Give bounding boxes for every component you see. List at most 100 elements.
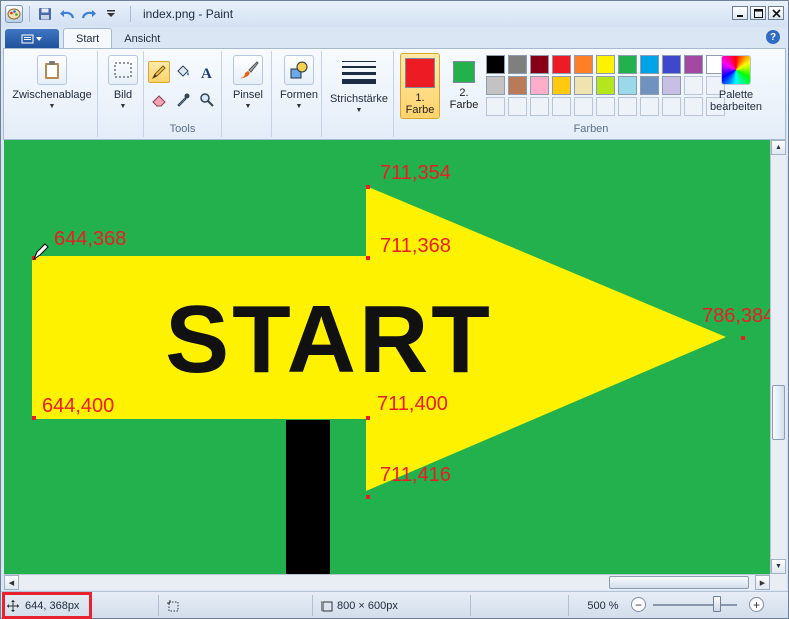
window-title: index.png - Paint: [143, 7, 234, 21]
palette-swatch[interactable]: [596, 55, 615, 74]
palette-swatch[interactable]: [486, 97, 505, 116]
shapes-group: Formen ▼: [276, 51, 322, 137]
horizontal-scroll-thumb[interactable]: [609, 576, 749, 589]
palette-swatch[interactable]: [552, 76, 571, 95]
image-size-icon: [321, 600, 333, 612]
scroll-up-icon[interactable]: ▲: [771, 140, 786, 155]
start-text: START: [165, 286, 493, 393]
undo-icon[interactable]: [58, 5, 76, 23]
palette-swatch[interactable]: [574, 76, 593, 95]
color-picker-icon[interactable]: [172, 89, 194, 111]
clipboard-label: Zwischenablage: [12, 89, 92, 101]
vertical-scrollbar[interactable]: ▲ ▼: [770, 140, 786, 574]
palette-swatch[interactable]: [530, 97, 549, 116]
text-icon[interactable]: A: [196, 61, 218, 83]
palette-swatch[interactable]: [662, 55, 681, 74]
tools-group: A Tools: [144, 51, 222, 137]
maximize-button[interactable]: [750, 6, 766, 20]
scroll-right-icon[interactable]: ▶: [755, 575, 770, 590]
palette-swatch[interactable]: [574, 97, 593, 116]
palette-swatch[interactable]: [618, 97, 637, 116]
palette-swatch[interactable]: [508, 76, 527, 95]
palette-swatch[interactable]: [486, 55, 505, 74]
brushes-button[interactable]: Pinsel ▼: [230, 55, 266, 110]
cursor-position-highlight: [2, 592, 92, 619]
close-button[interactable]: [768, 6, 784, 20]
fill-bucket-icon[interactable]: [172, 61, 194, 83]
palette-swatch[interactable]: [596, 76, 615, 95]
palette-swatch[interactable]: [640, 55, 659, 74]
vertical-scroll-thumb[interactable]: [772, 385, 785, 440]
tab-start[interactable]: Start: [63, 28, 113, 49]
zoom-in-button[interactable]: +: [749, 597, 764, 612]
color2-button[interactable]: 2. Farbe: [444, 53, 484, 119]
coord-label: 711,354: [380, 162, 451, 184]
help-icon[interactable]: ?: [766, 30, 780, 44]
palette-swatch[interactable]: [486, 76, 505, 95]
edit-palette-button[interactable]: Palette bearbeiten: [704, 55, 768, 113]
palette-swatch[interactable]: [684, 76, 703, 95]
chevron-down-icon: ▼: [244, 103, 252, 110]
palette-swatch[interactable]: [640, 97, 659, 116]
redo-icon[interactable]: [80, 5, 98, 23]
palette-swatch[interactable]: [618, 55, 637, 74]
palette-swatch[interactable]: [618, 76, 637, 95]
palette-swatch[interactable]: [662, 97, 681, 116]
shapes-button[interactable]: Formen ▼: [280, 55, 318, 110]
save-icon[interactable]: [36, 5, 54, 23]
tab-ansicht[interactable]: Ansicht: [112, 28, 172, 49]
selection-size-segment: [163, 595, 313, 616]
zoom-slider-track[interactable]: [653, 604, 737, 606]
ribbon: Zwischenablage ▼ Bild ▼ A Tools Pinsel ▼…: [3, 48, 786, 140]
palette-swatch[interactable]: [684, 55, 703, 74]
point-marker: [366, 185, 370, 189]
palette-swatch[interactable]: [574, 55, 593, 74]
paint-app-icon[interactable]: [5, 5, 23, 23]
palette-swatch[interactable]: [684, 97, 703, 116]
brushes-label: Pinsel: [233, 89, 263, 101]
horizontal-scrollbar[interactable]: ◀ ▶: [4, 574, 770, 590]
coord-label: 786,384: [702, 305, 770, 327]
palette-swatch[interactable]: [640, 76, 659, 95]
customize-icon[interactable]: [102, 5, 120, 23]
edit-palette-label: Palette bearbeiten: [710, 89, 762, 113]
scroll-down-icon[interactable]: ▼: [771, 559, 786, 574]
palette-swatch[interactable]: [662, 76, 681, 95]
point-marker: [32, 416, 36, 420]
tools-label: Tools: [169, 123, 196, 135]
minimize-button[interactable]: [732, 6, 748, 20]
stroke-group: Strichstärke ▼: [324, 51, 394, 137]
pencil-icon[interactable]: [148, 61, 170, 83]
coord-label: 711,400: [377, 393, 448, 415]
eraser-icon[interactable]: [148, 89, 170, 111]
palette-swatch[interactable]: [596, 97, 615, 116]
palette-swatch[interactable]: [552, 97, 571, 116]
app-menu-button[interactable]: [5, 29, 59, 49]
clipboard-button[interactable]: Zwischenablage ▼: [12, 55, 92, 110]
palette-swatch[interactable]: [508, 55, 527, 74]
palette-swatch[interactable]: [552, 55, 571, 74]
point-marker: [741, 336, 745, 340]
sign-post: [286, 420, 330, 574]
paint-window: index.png - Paint Start Ansicht ? Zwisch…: [0, 0, 789, 619]
palette-swatch[interactable]: [530, 55, 549, 74]
stroke-label: Strichstärke: [329, 93, 389, 105]
palette-swatch[interactable]: [508, 97, 527, 116]
zoom-out-button[interactable]: −: [631, 597, 646, 612]
zoom-slider-thumb[interactable]: [713, 596, 721, 612]
color1-label: 1. Farbe: [405, 92, 435, 116]
color1-button[interactable]: 1. Farbe: [400, 53, 440, 119]
palette-swatch[interactable]: [530, 76, 549, 95]
point-marker: [366, 256, 370, 260]
separator: [29, 6, 30, 22]
stroke-size-button[interactable]: Strichstärke ▼: [326, 55, 392, 114]
canvas-image[interactable]: START 711,354 644,368 711,368 786,384 64…: [4, 140, 770, 574]
chevron-down-icon: ▼: [295, 103, 303, 110]
canvas-area[interactable]: START 711,354 644,368 711,368 786,384 64…: [4, 140, 770, 574]
magnifier-icon[interactable]: [196, 89, 218, 111]
selection-icon: [167, 599, 179, 612]
zoom-segment: 500 %: [573, 595, 633, 616]
image-button[interactable]: Bild ▼: [106, 55, 140, 110]
scroll-left-icon[interactable]: ◀: [4, 575, 19, 590]
line-width-icon: [342, 55, 376, 89]
